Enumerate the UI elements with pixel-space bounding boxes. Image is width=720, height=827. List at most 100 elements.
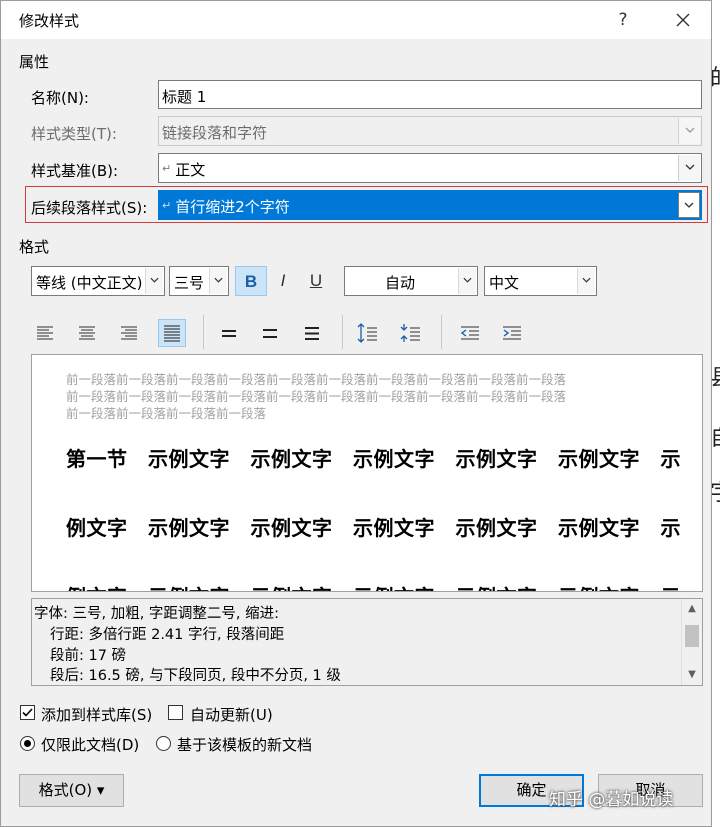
style-type-value: 链接段落和字符 bbox=[162, 124, 268, 142]
script-value: 中文 bbox=[489, 274, 520, 292]
new-documents-label[interactable]: 基于该模板的新文档 bbox=[177, 734, 312, 755]
format-menu-button[interactable]: 格式(O) ▾ bbox=[19, 774, 124, 807]
script-dropdown-button[interactable] bbox=[577, 268, 595, 294]
watermark: 知乎 @暮如说读 bbox=[549, 790, 674, 810]
toolbar-divider bbox=[441, 315, 442, 349]
help-button[interactable]: ? bbox=[605, 6, 641, 34]
toolbar-divider bbox=[203, 315, 204, 349]
next-style-select[interactable]: ↵ 首行缩进2个字符 bbox=[158, 190, 702, 220]
align-center-icon bbox=[79, 326, 95, 340]
font-color-value: 自动 bbox=[384, 274, 415, 292]
style-base-label: 样式基准(B): bbox=[31, 162, 119, 180]
paragraph-mark-icon: ↵ bbox=[162, 162, 172, 175]
style-base-value: 正文 bbox=[175, 161, 206, 179]
description-scrollbar[interactable]: ▲ ▼ bbox=[681, 599, 702, 685]
dialog-title: 修改样式 bbox=[19, 12, 80, 30]
increase-paragraph-spacing-button[interactable] bbox=[354, 319, 382, 347]
chevron-down-icon bbox=[463, 277, 472, 283]
description-line: 段前: 17 磅 bbox=[50, 648, 127, 664]
line-spacing-double-icon bbox=[305, 327, 319, 340]
this-document-label[interactable]: 仅限此文档(D) bbox=[41, 734, 139, 755]
font-size-value: 三号 bbox=[174, 274, 205, 292]
this-document-radio[interactable] bbox=[20, 736, 35, 751]
single-spacing-button[interactable] bbox=[215, 319, 243, 347]
font-size-dropdown-button[interactable] bbox=[209, 268, 227, 294]
font-color-select[interactable]: 自动 bbox=[344, 266, 478, 296]
align-left-button[interactable] bbox=[31, 319, 59, 347]
chevron-down-icon bbox=[582, 277, 591, 283]
auto-update-label[interactable]: 自动更新(U) bbox=[190, 704, 273, 725]
previous-paragraph-preview: 前一段落前一段落前一段落前一段落前一段落前一段落前一段落前一段落前一段落前一段落… bbox=[66, 371, 646, 422]
chevron-down-icon bbox=[685, 164, 694, 170]
preview-text-line: 前一段落前一段落前一段落前一段落前一段落前一段落前一段落前一段落前一段落前一段落 bbox=[66, 389, 567, 404]
align-right-button[interactable] bbox=[115, 319, 143, 347]
one-half-spacing-button[interactable] bbox=[256, 319, 284, 347]
next-style-label: 后续段落样式(S): bbox=[31, 199, 148, 217]
format-section-label: 格式 bbox=[19, 238, 50, 256]
properties-section-label: 属性 bbox=[19, 53, 50, 71]
underline-button[interactable]: U bbox=[300, 266, 332, 296]
add-to-gallery-checkbox[interactable] bbox=[20, 705, 35, 720]
bold-button[interactable]: B bbox=[235, 266, 267, 296]
modify-style-dialog: 修改样式 ? 属性 名称(N): 标题 1 样式类型(T): 链接段落和字符 样… bbox=[0, 0, 712, 827]
paragraph-spacing-increase-icon bbox=[357, 323, 377, 343]
font-name-dropdown-button[interactable] bbox=[145, 268, 163, 294]
decrease-paragraph-spacing-button[interactable] bbox=[397, 319, 425, 347]
new-documents-radio[interactable] bbox=[156, 736, 171, 751]
script-select[interactable]: 中文 bbox=[484, 266, 597, 296]
next-style-value: 首行缩进2个字符 bbox=[175, 198, 290, 216]
increase-indent-button[interactable] bbox=[498, 319, 526, 347]
decrease-indent-button[interactable] bbox=[456, 319, 484, 347]
name-label: 名称(N): bbox=[31, 89, 89, 107]
double-spacing-button[interactable] bbox=[298, 319, 326, 347]
italic-button[interactable]: I bbox=[267, 266, 299, 296]
scroll-up-icon[interactable]: ▲ bbox=[682, 599, 702, 619]
name-input-value: 标题 1 bbox=[162, 88, 207, 106]
chevron-down-icon bbox=[684, 202, 694, 208]
title-bar: 修改样式 ? bbox=[1, 1, 711, 39]
sample-text-line: 例文字 示例文字 示例文字 示例文字 示例文字 示例文字 示 bbox=[66, 516, 681, 540]
description-line: 行距: 多倍行距 2.41 字行, 段落间距 bbox=[50, 627, 285, 643]
scroll-down-icon[interactable]: ▼ bbox=[682, 665, 702, 685]
close-button[interactable] bbox=[661, 6, 705, 34]
font-name-value: 等线 (中文正文) bbox=[36, 274, 143, 292]
line-spacing-one-half-icon bbox=[263, 329, 277, 338]
chevron-down-icon bbox=[214, 277, 223, 283]
font-color-dropdown-button[interactable] bbox=[458, 268, 476, 294]
toolbar-divider bbox=[342, 315, 343, 349]
justify-icon bbox=[164, 325, 180, 342]
line-spacing-single-icon bbox=[222, 330, 236, 337]
preview-text-line: 前一段落前一段落前一段落前一段落前一段落前一段落前一段落前一段落前一段落前一段落 bbox=[66, 372, 567, 387]
style-preview-pane: 前一段落前一段落前一段落前一段落前一段落前一段落前一段落前一段落前一段落前一段落… bbox=[31, 354, 703, 592]
style-description-box[interactable]: 字体: 三号, 加粗, 字距调整二号, 缩进: 行距: 多倍行距 2.41 字行… bbox=[31, 598, 703, 686]
style-base-dropdown-button[interactable] bbox=[678, 155, 700, 181]
font-size-select[interactable]: 三号 bbox=[169, 266, 229, 296]
description-line: 段后: 16.5 磅, 与下段同页, 段中不分页, 1 级 bbox=[50, 668, 341, 684]
sample-text-line: 例文字 示例文字 示例文字 示例文字 示例文字 示例文字 示 bbox=[66, 581, 681, 591]
style-type-label: 样式类型(T): bbox=[31, 125, 117, 143]
paragraph-spacing-decrease-icon bbox=[400, 324, 420, 342]
align-center-button[interactable] bbox=[73, 319, 101, 347]
name-input[interactable]: 标题 1 bbox=[158, 80, 702, 109]
style-type-dropdown-button bbox=[678, 118, 700, 144]
close-icon bbox=[676, 13, 690, 27]
preview-text-line: 前一段落前一段落前一段落前一段落 bbox=[66, 406, 267, 421]
font-name-select[interactable]: 等线 (中文正文) bbox=[31, 266, 165, 296]
next-style-dropdown-button[interactable] bbox=[678, 192, 700, 218]
add-to-gallery-label[interactable]: 添加到样式库(S) bbox=[41, 704, 152, 725]
justify-button[interactable] bbox=[158, 319, 186, 347]
decrease-indent-icon bbox=[460, 326, 479, 340]
auto-update-checkbox[interactable] bbox=[168, 705, 183, 720]
chevron-down-icon bbox=[150, 277, 159, 283]
radio-selected-dot bbox=[24, 740, 31, 747]
scrollbar-thumb[interactable] bbox=[685, 625, 699, 647]
align-left-icon bbox=[37, 326, 53, 340]
style-base-select[interactable]: ↵ 正文 bbox=[158, 153, 702, 183]
checkmark-icon bbox=[22, 708, 33, 717]
chevron-down-icon bbox=[685, 127, 694, 133]
align-right-icon bbox=[121, 326, 137, 340]
style-type-select: 链接段落和字符 bbox=[158, 116, 702, 146]
sample-text-line: 第一节 示例文字 示例文字 示例文字 示例文字 示例文字 示 bbox=[66, 447, 681, 471]
description-line: 字体: 三号, 加粗, 字距调整二号, 缩进: bbox=[34, 606, 280, 622]
paragraph-mark-icon: ↵ bbox=[162, 199, 172, 212]
